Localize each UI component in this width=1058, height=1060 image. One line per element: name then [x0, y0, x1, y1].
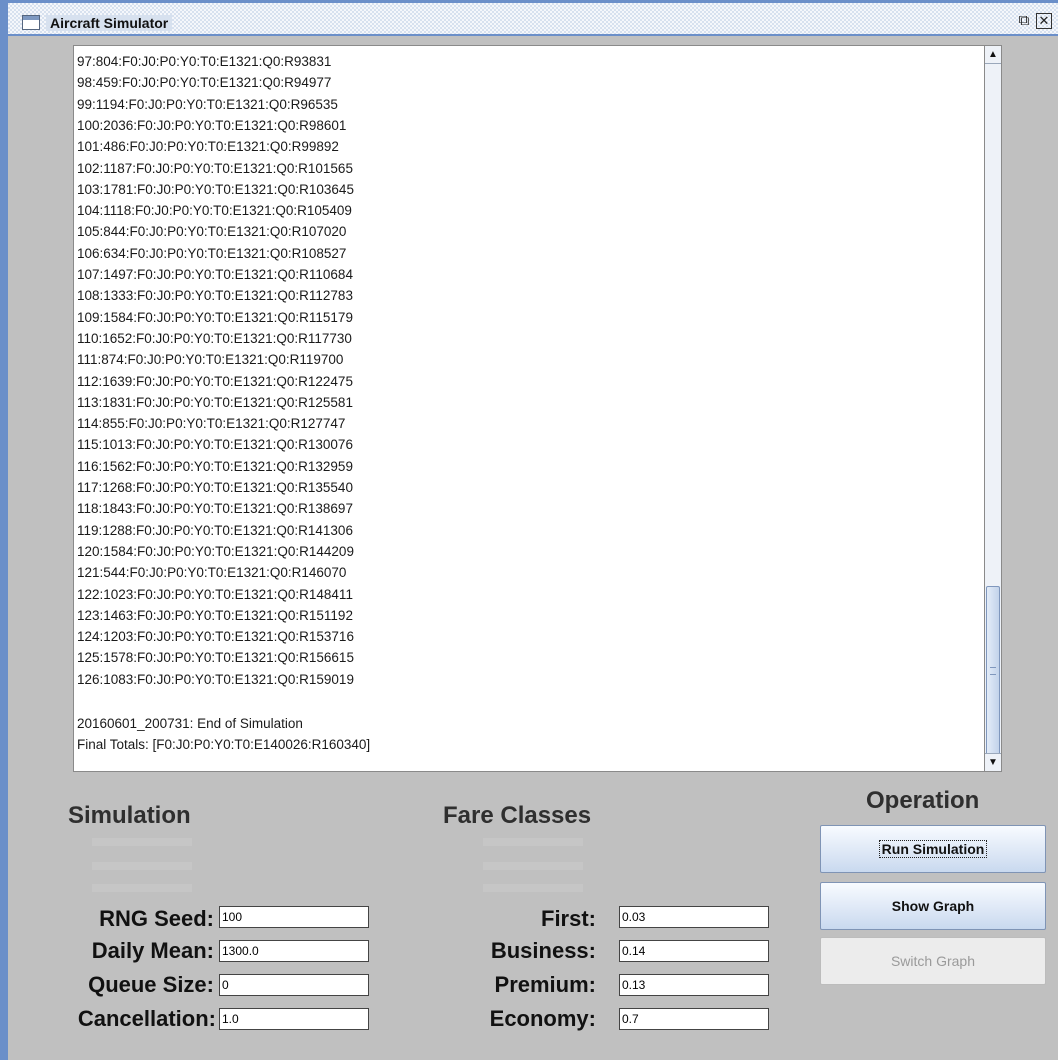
log-line: 113:1831:F0:J0:P0:Y0:T0:E1321:Q0:R125581	[77, 394, 353, 410]
business-input[interactable]	[619, 940, 769, 962]
log-line: 121:544:F0:J0:P0:Y0:T0:E1321:Q0:R146070	[77, 565, 347, 581]
switch-graph-button[interactable]: Switch Graph	[820, 937, 1046, 985]
log-line: 124:1203:F0:J0:P0:Y0:T0:E1321:Q0:R153716	[77, 629, 354, 645]
queue-size-input[interactable]	[219, 974, 369, 996]
operation-title: Operation	[866, 787, 980, 814]
log-line: 112:1639:F0:J0:P0:Y0:T0:E1321:Q0:R122475	[77, 373, 353, 389]
log-line: 116:1562:F0:J0:P0:Y0:T0:E1321:Q0:R132959	[77, 458, 353, 474]
close-icon[interactable]: ✕	[1036, 13, 1052, 29]
restore-icon[interactable]: ⧉	[1016, 13, 1032, 29]
simulation-title: Simulation	[68, 802, 191, 829]
log-end-line: 20160601_200731: End of Simulation	[77, 716, 303, 731]
ghost-label	[92, 862, 192, 870]
business-label: Business:	[490, 938, 596, 963]
log-line: 106:634:F0:J0:P0:Y0:T0:E1321:Q0:R108527	[77, 245, 347, 261]
log-line: 105:844:F0:J0:P0:Y0:T0:E1321:Q0:R107020	[77, 224, 347, 240]
first-label: First:	[541, 906, 596, 931]
window-frame-left	[0, 0, 8, 1060]
log-line: 115:1013:F0:J0:P0:Y0:T0:E1321:Q0:R130076	[77, 437, 353, 453]
window-icon	[22, 15, 40, 30]
log-line: 103:1781:F0:J0:P0:Y0:T0:E1321:Q0:R103645	[77, 181, 354, 197]
ghost-label	[92, 838, 192, 846]
log-line: 102:1187:F0:J0:P0:Y0:T0:E1321:Q0:R101565	[77, 160, 353, 176]
grip-icon	[990, 667, 996, 675]
fare-classes-title: Fare Classes	[443, 802, 592, 829]
log-line: 107:1497:F0:J0:P0:Y0:T0:E1321:Q0:R110684	[77, 267, 353, 282]
first-input[interactable]	[619, 906, 769, 928]
ghost-label	[92, 884, 192, 892]
rng-seed-label: RNG Seed:	[99, 906, 214, 931]
rng-seed-input[interactable]	[219, 906, 369, 928]
economy-label: Economy:	[489, 1006, 596, 1031]
log-line: 122:1023:F0:J0:P0:Y0:T0:E1321:Q0:R148411	[77, 586, 353, 602]
log-totals-line: Final Totals: [F0:J0:P0:Y0:T0:E140026:R1…	[77, 737, 371, 752]
log-line: 104:1118:F0:J0:P0:Y0:T0:E1321:Q0:R105409	[77, 203, 352, 219]
log-line: 101:486:F0:J0:P0:Y0:T0:E1321:Q0:R99892	[77, 139, 339, 155]
ghost-label	[483, 862, 583, 870]
economy-input[interactable]	[619, 1008, 769, 1030]
log-line: 100:2036:F0:J0:P0:Y0:T0:E1321:Q0:R98601	[77, 117, 347, 133]
log-line: 114:855:F0:J0:P0:Y0:T0:E1321:Q0:R127747	[77, 416, 346, 432]
run-simulation-button[interactable]: Run Simulation	[820, 825, 1046, 873]
premium-label: Premium:	[494, 972, 596, 997]
run-simulation-label: Run Simulation	[878, 840, 988, 858]
cancellation-input[interactable]	[219, 1008, 369, 1030]
scroll-thumb[interactable]	[986, 586, 1000, 756]
log-line: 97:804:F0:J0:P0:Y0:T0:E1321:Q0:R93831	[77, 54, 332, 69]
log-line: 108:1333:F0:J0:P0:Y0:T0:E1321:Q0:R112783	[77, 288, 353, 304]
window-title: Aircraft Simulator	[46, 15, 173, 31]
show-graph-button[interactable]: Show Graph	[820, 882, 1046, 930]
log-line: 119:1288:F0:J0:P0:Y0:T0:E1321:Q0:R141306	[77, 522, 353, 538]
log-scrollbar[interactable]: ▲ ▼	[985, 45, 1002, 772]
scroll-down-icon[interactable]: ▼	[985, 753, 1001, 771]
title-bar[interactable]: Aircraft Simulator ⧉ ✕	[8, 0, 1058, 36]
ghost-label	[483, 838, 583, 846]
show-graph-label: Show Graph	[891, 898, 975, 914]
log-line: 98:459:F0:J0:P0:Y0:T0:E1321:Q0:R94977	[77, 75, 332, 91]
log-line: 111:874:F0:J0:P0:Y0:T0:E1321:Q0:R119700	[77, 352, 344, 368]
log-line: 123:1463:F0:J0:P0:Y0:T0:E1321:Q0:R151192	[77, 607, 353, 623]
log-line: 118:1843:F0:J0:P0:Y0:T0:E1321:Q0:R138697	[77, 501, 353, 517]
log-line: 117:1268:F0:J0:P0:Y0:T0:E1321:Q0:R135540	[77, 480, 353, 495]
log-line: 125:1578:F0:J0:P0:Y0:T0:E1321:Q0:R156615	[77, 650, 354, 666]
simulation-log[interactable]: 97:804:F0:J0:P0:Y0:T0:E1321:Q0:R93831 98:…	[73, 45, 985, 772]
log-line: 109:1584:F0:J0:P0:Y0:T0:E1321:Q0:R115179	[77, 309, 353, 325]
ghost-label	[483, 884, 583, 892]
log-line: 120:1584:F0:J0:P0:Y0:T0:E1321:Q0:R144209	[77, 543, 354, 559]
daily-mean-input[interactable]	[219, 940, 369, 962]
log-line: 110:1652:F0:J0:P0:Y0:T0:E1321:Q0:R117730	[77, 330, 352, 346]
switch-graph-label: Switch Graph	[890, 953, 976, 969]
queue-size-label: Queue Size:	[88, 972, 214, 997]
premium-input[interactable]	[619, 974, 769, 996]
cancellation-label: Cancellation:	[77, 1006, 216, 1031]
daily-mean-label: Daily Mean:	[91, 938, 214, 963]
scroll-up-icon[interactable]: ▲	[985, 46, 1001, 64]
log-line: 99:1194:F0:J0:P0:Y0:T0:E1321:Q0:R96535	[77, 96, 338, 112]
log-line: 126:1083:F0:J0:P0:Y0:T0:E1321:Q0:R159019	[77, 671, 354, 687]
